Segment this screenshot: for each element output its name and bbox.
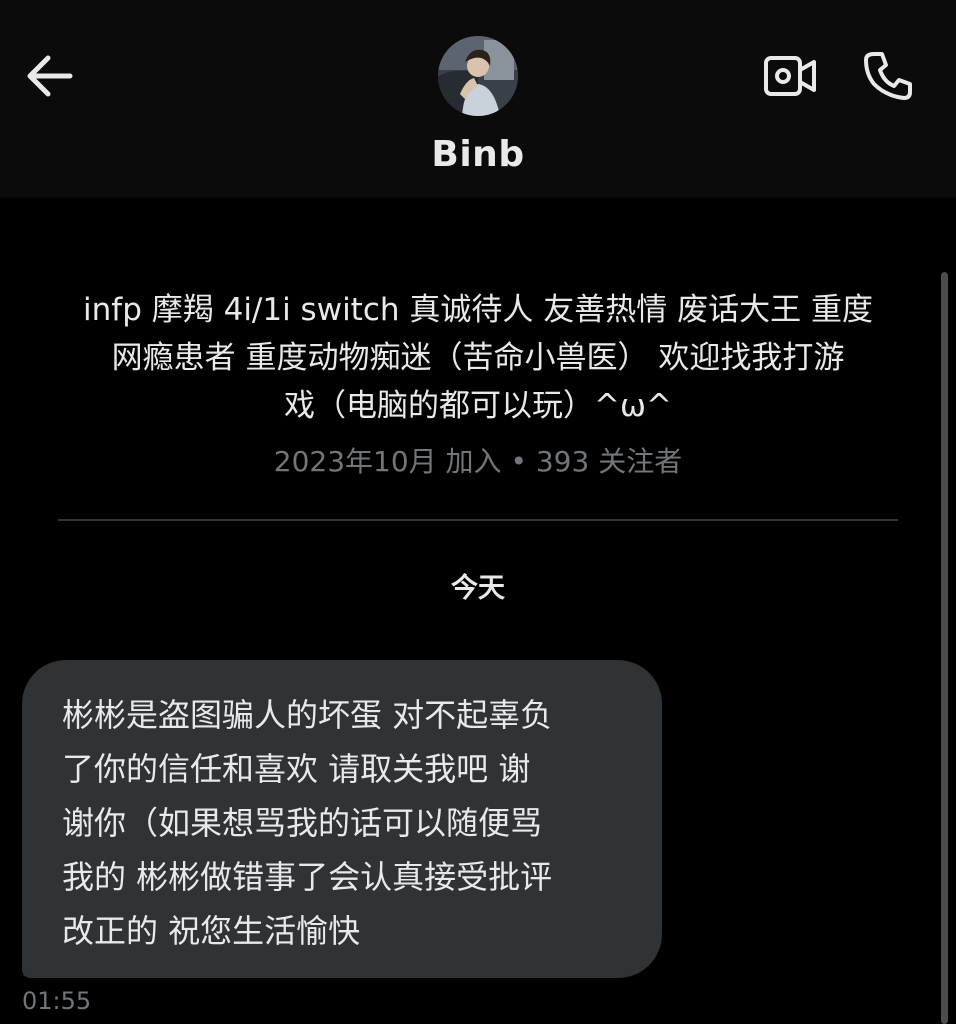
message-timestamp: 01:55 — [22, 987, 92, 1015]
bio-line: 戏（电脑的都可以玩）^ω^ — [284, 388, 672, 424]
bio-line: 网瘾患者 重度动物痴迷（苦命小兽医） 欢迎找我打游 — [111, 340, 845, 376]
message-bubble[interactable]: 彬彬是盗图骗人的坏蛋 对不起辜负 了你的信任和喜欢 请取关我吧 谢 谢你（如果想… — [22, 660, 662, 978]
date-separator: 今天 — [451, 573, 505, 604]
message-text-line: 彬彬是盗图骗人的坏蛋 对不起辜负 — [62, 696, 553, 734]
voice-call-button[interactable] — [860, 48, 916, 104]
profile-bio: infp 摩羯 4i/1i switch 真诚待人 友善热情 废话大王 重度 网… — [48, 286, 908, 430]
back-button[interactable] — [24, 52, 76, 100]
arrow-left-icon — [27, 55, 73, 97]
conversation-header: Binb — [0, 0, 956, 198]
video-call-button[interactable] — [762, 52, 818, 100]
video-camera-icon — [764, 56, 816, 96]
dm-conversation-screen: Binb infp 摩羯 4i/1i switch 真诚待人 友善热情 废话大王… — [0, 0, 956, 1024]
phone-icon — [864, 52, 912, 100]
message-text-line: 谢你（如果想骂我的话可以随便骂 — [62, 804, 543, 842]
message-text-line: 改正的 祝您生活愉快 — [62, 912, 361, 950]
message-text-line: 我的 彬彬做错事了会认真接受批评 — [62, 858, 553, 896]
avatar[interactable] — [438, 36, 518, 116]
bio-line: infp 摩羯 4i/1i switch 真诚待人 友善热情 废话大王 重度 — [83, 292, 873, 328]
divider — [58, 519, 898, 521]
scrollbar[interactable] — [941, 272, 948, 1024]
contact-name[interactable]: Binb — [0, 134, 956, 175]
message-text-line: 了你的信任和喜欢 请取关我吧 谢 — [62, 750, 531, 788]
profile-meta: 2023年10月 加入 • 393 关注者 — [273, 445, 683, 478]
avatar-image — [438, 36, 518, 116]
